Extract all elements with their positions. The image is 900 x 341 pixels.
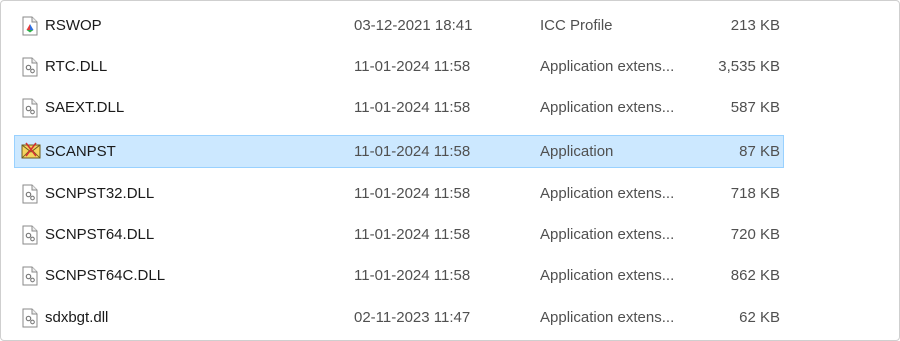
file-row[interactable]: RSWOP 03-12-2021 18:41 ICC Profile 213 K… [14,9,784,42]
file-explorer-frame: RSWOP 03-12-2021 18:41 ICC Profile 213 K… [0,0,900,341]
file-date-modified: 11-01-2024 11:58 [354,267,471,284]
file-name: SCNPST64C.DLL [45,267,166,284]
file-size: 718 KB [730,185,780,202]
scanpst-app-icon [21,142,41,162]
file-date-modified: 11-01-2024 11:58 [354,185,471,202]
file-row[interactable]: SCNPST64C.DLL 11-01-2024 11:58 Applicati… [14,259,784,292]
file-date-modified: 11-01-2024 11:58 [354,143,471,160]
file-name: RTC.DLL [45,58,108,75]
file-name: RSWOP [45,17,102,34]
file-type: Application extens... [540,58,675,75]
file-date-modified: 11-01-2024 11:58 [354,99,471,116]
file-size: 213 KB [730,17,780,34]
file-name: SCNPST64.DLL [45,226,155,243]
file-name: SAEXT.DLL [45,99,125,116]
file-name: SCNPST32.DLL [45,185,155,202]
file-type: Application extens... [540,185,675,202]
dll-file-icon [21,184,39,204]
file-type: Application extens... [540,309,675,326]
dll-file-icon [21,98,39,118]
file-size: 62 KB [739,309,780,326]
file-row[interactable]: SCNPST64.DLL 11-01-2024 11:58 Applicatio… [14,218,784,251]
file-size: 720 KB [730,226,780,243]
file-type: Application [540,143,614,160]
dll-file-icon [21,57,39,77]
dll-file-icon [21,308,39,328]
file-date-modified: 11-01-2024 11:58 [354,58,471,75]
file-row[interactable]: SAEXT.DLL 11-01-2024 11:58 Application e… [14,91,784,124]
icc-profile-icon [21,16,39,36]
file-row[interactable]: RTC.DLL 11-01-2024 11:58 Application ext… [14,50,784,83]
file-type: Application extens... [540,267,675,284]
file-row[interactable]: SCNPST32.DLL 11-01-2024 11:58 Applicatio… [14,177,784,210]
dll-file-icon [21,266,39,286]
file-date-modified: 02-11-2023 11:47 [354,309,471,326]
dll-file-icon [21,225,39,245]
file-type: Application extens... [540,226,675,243]
file-size: 587 KB [730,99,780,116]
file-type: Application extens... [540,99,675,116]
file-date-modified: 11-01-2024 11:58 [354,226,471,243]
file-row-selected[interactable]: SCANPST 11-01-2024 11:58 Application 87 … [14,135,784,168]
file-name: SCANPST [45,143,116,160]
file-size: 87 KB [739,143,780,160]
file-size: 862 KB [730,267,780,284]
file-size: 3,535 KB [718,58,780,75]
file-date-modified: 03-12-2021 18:41 [354,17,473,34]
file-name: sdxbgt.dll [45,309,109,326]
file-type: ICC Profile [540,17,613,34]
file-row[interactable]: sdxbgt.dll 02-11-2023 11:47 Application … [14,301,784,334]
